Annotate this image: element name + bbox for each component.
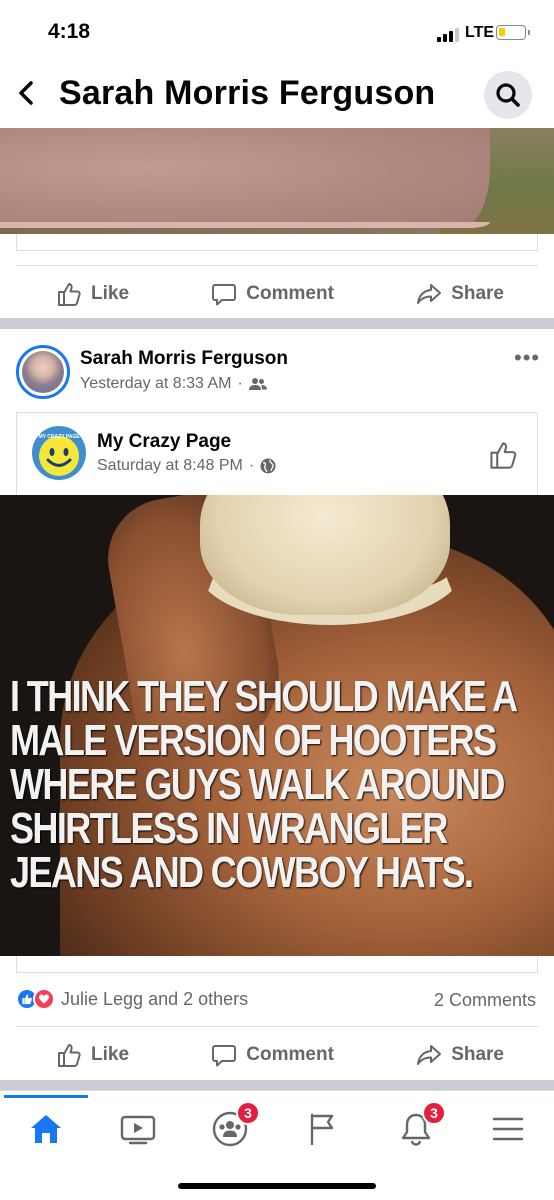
comment-label: Comment xyxy=(246,282,334,304)
profile-header: Sarah Morris Ferguson xyxy=(0,62,554,128)
feed-divider xyxy=(0,318,554,329)
share-button[interactable]: Share xyxy=(416,1042,504,1068)
shared-post-frame-bottom xyxy=(16,956,538,973)
page-avatar-text: MY CRAZY PAGE xyxy=(38,434,80,440)
tab-home[interactable] xyxy=(26,1109,66,1149)
previous-post-photo[interactable] xyxy=(0,128,554,234)
chevron-left-icon xyxy=(19,81,33,105)
post-timestamp[interactable]: Yesterday at 8:33 AM xyxy=(80,375,232,393)
flag-icon xyxy=(310,1113,334,1146)
comment-button[interactable]: Comment xyxy=(211,281,334,307)
tab-notifications[interactable]: 3 xyxy=(396,1101,446,1149)
comment-button[interactable]: Comment xyxy=(211,1042,334,1068)
tab-watch[interactable] xyxy=(118,1109,158,1149)
image-caption-text: I THINK THEY SHOULD MAKE A MALE VERSION … xyxy=(10,672,518,897)
shared-page-avatar[interactable]: MY CRAZY PAGE xyxy=(32,426,86,480)
search-button[interactable] xyxy=(484,71,532,119)
clock: 4:18 xyxy=(48,20,91,43)
post-author[interactable]: Sarah Morris Ferguson xyxy=(80,348,288,370)
like-button[interactable]: Like xyxy=(56,281,129,307)
tab-menu[interactable] xyxy=(488,1109,528,1149)
share-button[interactable]: Share xyxy=(416,281,504,307)
tab-pages[interactable] xyxy=(302,1109,342,1149)
shared-post-timestamp[interactable]: Saturday at 8:48 PM xyxy=(97,457,243,475)
shared-post-frame xyxy=(16,412,538,495)
comment-icon xyxy=(212,283,237,305)
thumbs-up-icon xyxy=(490,442,517,469)
video-icon xyxy=(120,1115,156,1145)
thumbs-up-icon xyxy=(58,1043,81,1067)
author-avatar[interactable] xyxy=(16,345,70,399)
comments-count[interactable]: 2 Comments xyxy=(434,990,536,1011)
like-label: Like xyxy=(91,282,130,304)
shared-post-meta: Saturday at 8:48 PM · xyxy=(97,457,276,475)
thumbs-up-icon xyxy=(58,282,81,306)
signal-icon xyxy=(437,28,459,42)
share-label: Share xyxy=(451,1043,504,1065)
menu-icon xyxy=(492,1117,524,1141)
like-page-button[interactable] xyxy=(488,440,518,475)
active-tab-indicator xyxy=(4,1095,88,1098)
smiley-icon: MY CRAZY PAGE xyxy=(38,434,80,476)
groups-badge: 3 xyxy=(236,1101,260,1125)
previous-post-frame xyxy=(16,234,538,251)
share-label: Share xyxy=(451,282,504,304)
notifications-badge: 3 xyxy=(422,1101,446,1125)
home-icon xyxy=(31,1115,61,1143)
network-label: LTE xyxy=(465,24,495,41)
comment-icon xyxy=(212,1044,237,1066)
previous-post-actions: Like Comment Share xyxy=(16,265,538,321)
status-bar: 4:18 LTE xyxy=(0,0,554,62)
reactions-text: Julie Legg and 2 others xyxy=(61,988,249,1009)
back-button[interactable] xyxy=(14,78,38,108)
share-icon xyxy=(417,283,442,304)
battery-icon xyxy=(496,25,530,40)
reactions-summary[interactable]: Julie Legg and 2 others xyxy=(16,988,248,1010)
share-icon xyxy=(417,1044,442,1065)
shared-page-name[interactable]: My Crazy Page xyxy=(97,431,231,453)
globe-icon xyxy=(260,458,276,474)
tab-groups[interactable]: 3 xyxy=(210,1101,260,1149)
post-actions: Like Comment Share xyxy=(16,1026,538,1082)
search-icon xyxy=(496,83,520,107)
friends-icon xyxy=(248,378,267,390)
like-label: Like xyxy=(91,1043,130,1065)
shared-post-image[interactable]: I THINK THEY SHOULD MAKE A MALE VERSION … xyxy=(0,495,554,956)
page-title: Sarah Morris Ferguson xyxy=(59,74,436,112)
home-indicator xyxy=(178,1183,376,1189)
more-options-button[interactable]: ••• xyxy=(514,347,540,369)
comment-label: Comment xyxy=(246,1043,334,1065)
post-meta: Yesterday at 8:33 AM · xyxy=(80,375,267,393)
love-reaction-icon xyxy=(33,988,55,1010)
like-button[interactable]: Like xyxy=(56,1042,129,1068)
